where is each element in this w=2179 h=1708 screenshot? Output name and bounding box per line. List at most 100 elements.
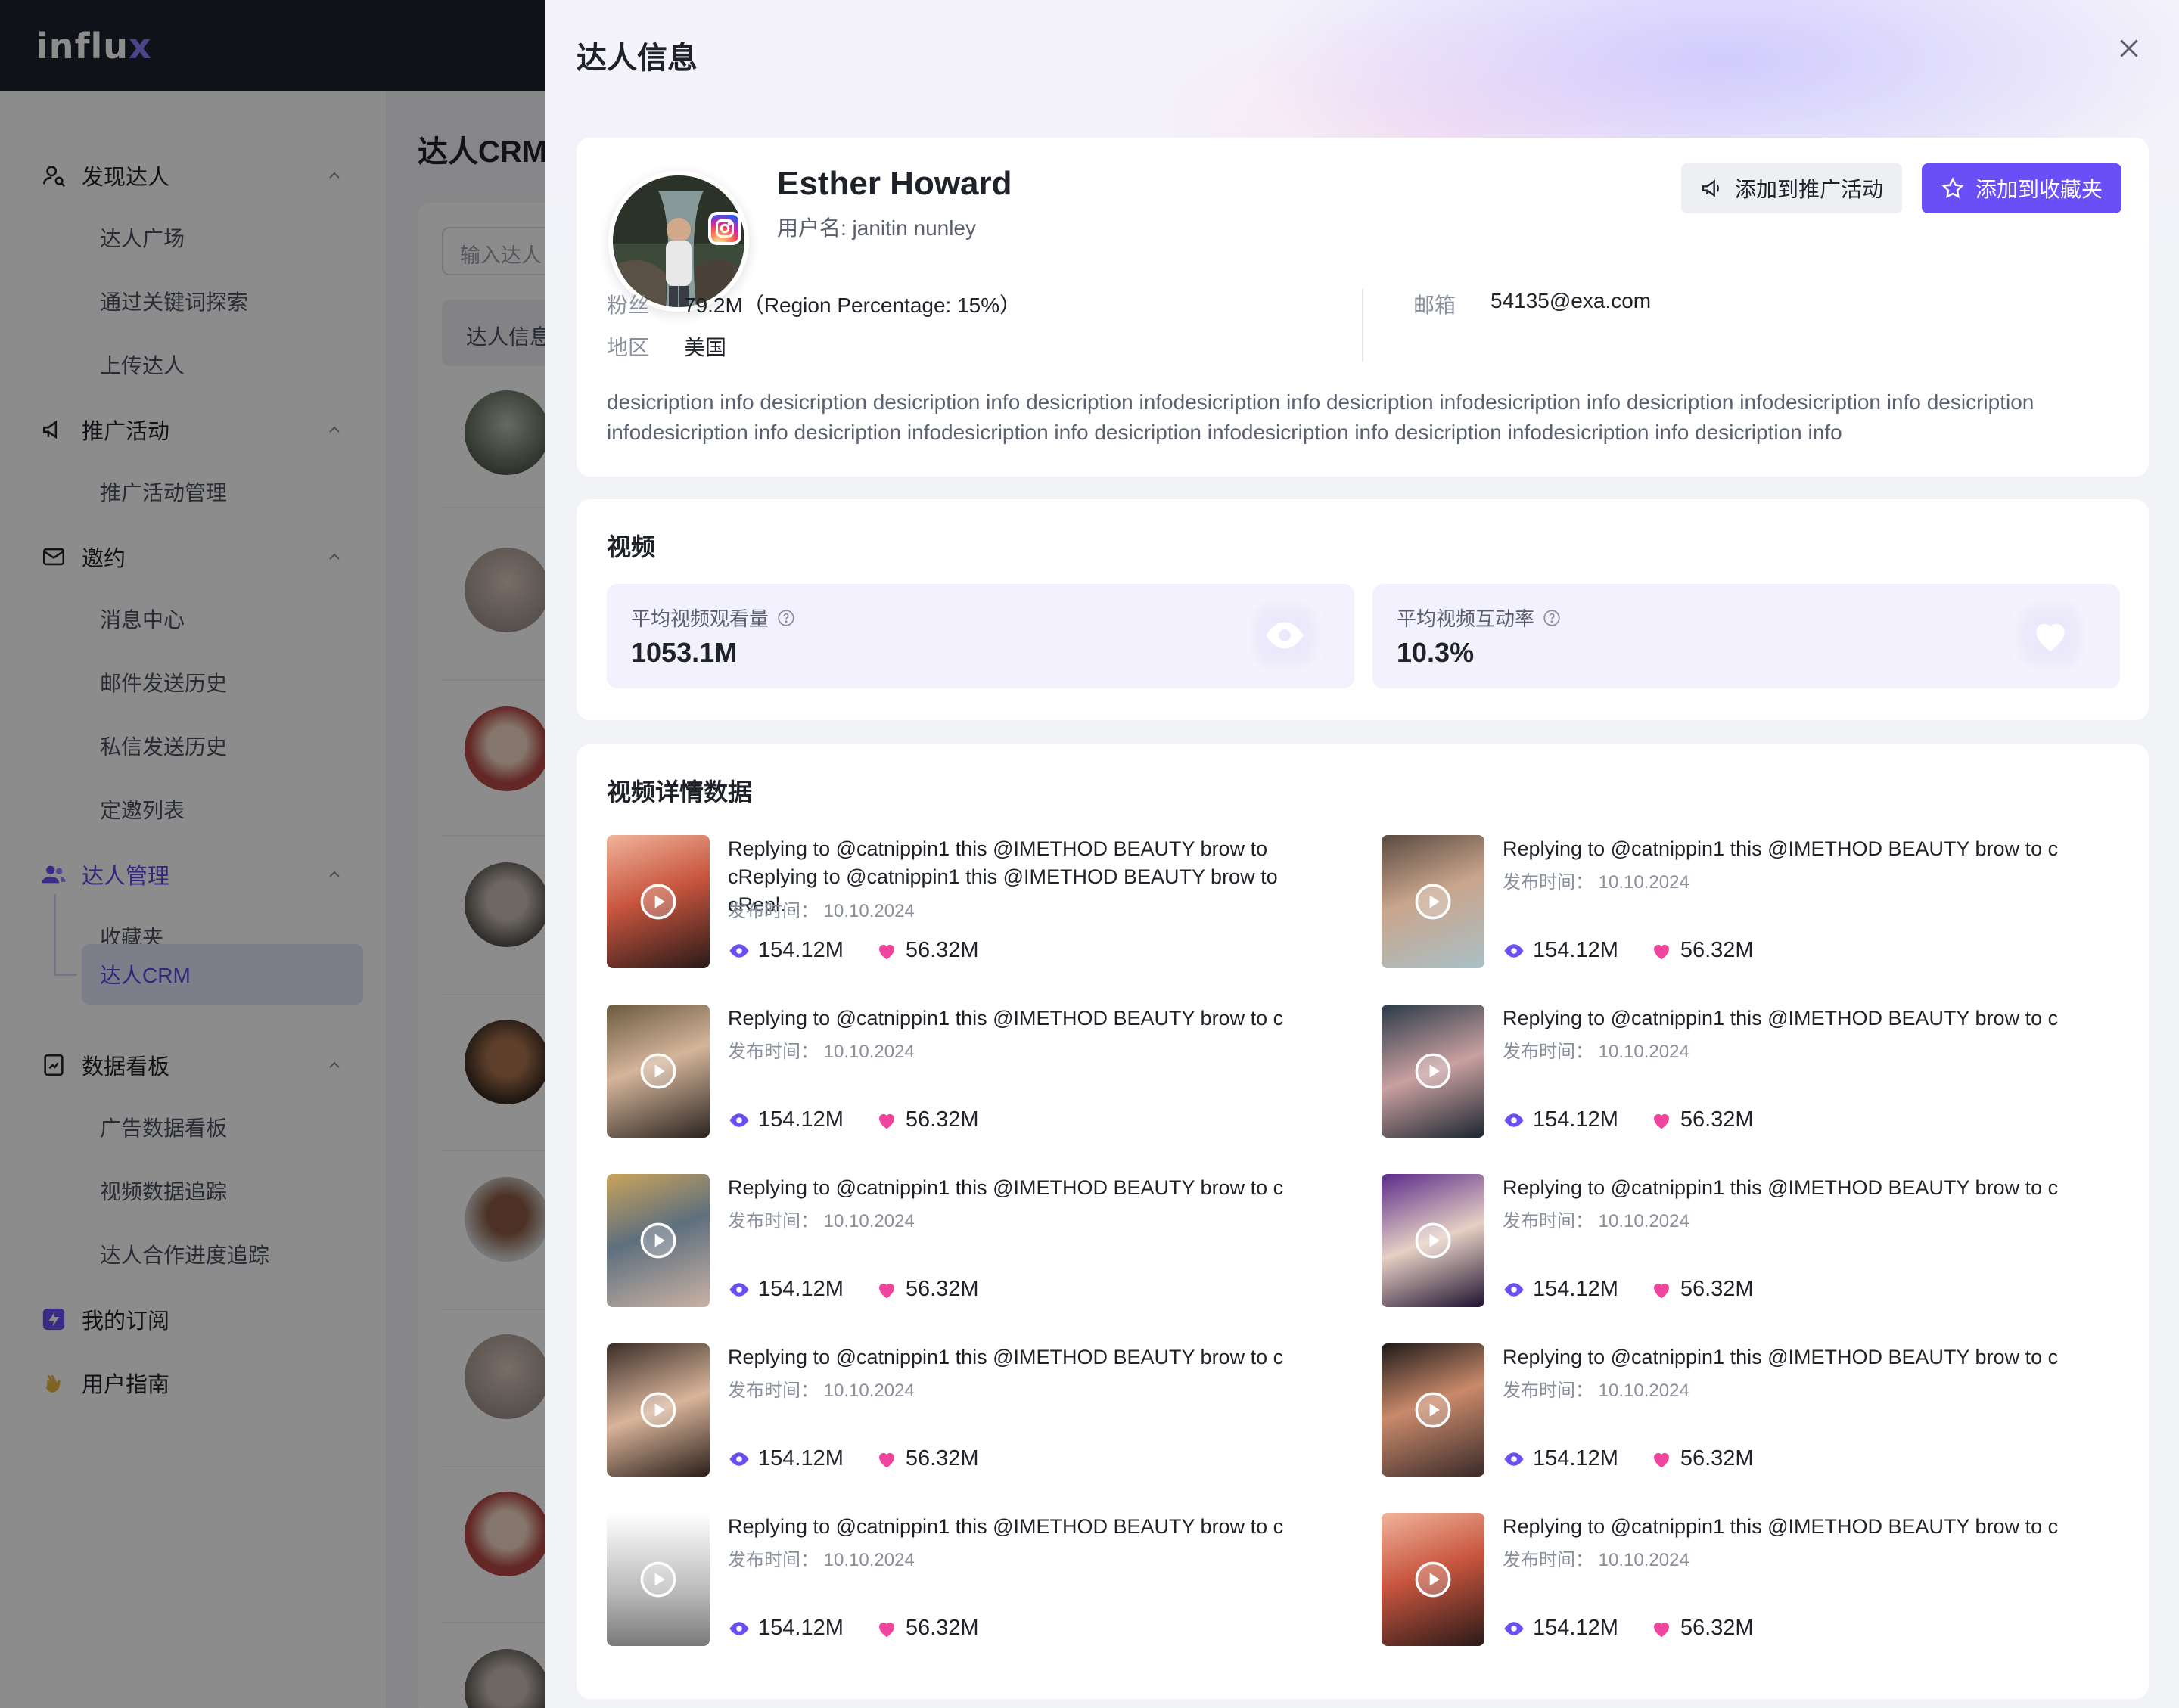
- date-value: 10.10.2024: [823, 1042, 915, 1062]
- heart-icon: [2013, 598, 2088, 673]
- star-icon: [1941, 177, 1964, 199]
- heart-icon: [1653, 1452, 1669, 1467]
- profile-card: Esther Howard 用户名: janitin nunley 添加到推广活…: [577, 138, 2149, 477]
- date-value: 10.10.2024: [823, 1380, 915, 1401]
- play-icon[interactable]: [639, 882, 678, 921]
- video-item[interactable]: Replying to @catnippin1 this @IMETHOD BE…: [1382, 1174, 2131, 1310]
- video-views: 154.12M: [758, 938, 844, 962]
- add-to-favorites-button[interactable]: 添加到收藏夹: [1922, 163, 2121, 213]
- video-likes: 56.32M: [905, 1277, 979, 1301]
- video-thumbnail[interactable]: [607, 1005, 710, 1138]
- date-value: 10.10.2024: [1598, 1042, 1689, 1062]
- heart-icon: [878, 1622, 894, 1637]
- video-item[interactable]: Replying to @catnippin1 this @IMETHOD BE…: [607, 835, 1356, 971]
- play-icon[interactable]: [639, 1560, 678, 1599]
- avg-engagement-value: 10.3%: [1397, 637, 1475, 668]
- play-icon[interactable]: [639, 1390, 678, 1430]
- video-likes: 56.32M: [905, 1107, 979, 1132]
- video-thumbnail[interactable]: [607, 1513, 710, 1646]
- video-item[interactable]: Replying to @catnippin1 this @IMETHOD BE…: [1382, 835, 2131, 971]
- play-icon[interactable]: [639, 1051, 678, 1091]
- video-date: 发布时间： 10.10.2024: [728, 896, 915, 922]
- play-icon[interactable]: [1413, 1221, 1453, 1260]
- add-to-campaign-button[interactable]: 添加到推广活动: [1681, 163, 1902, 213]
- avg-views-label: 平均视频观看量: [631, 607, 769, 630]
- section-title-video-detail: 视频详情数据: [607, 778, 753, 806]
- video-thumbnail[interactable]: [1382, 1174, 1484, 1307]
- email-value: 54135@exa.com: [1490, 289, 1652, 312]
- date-value: 10.10.2024: [1598, 1550, 1689, 1570]
- video-date: 发布时间： 10.10.2024: [728, 1036, 915, 1063]
- video-item[interactable]: Replying to @catnippin1 this @IMETHOD BE…: [607, 1005, 1356, 1141]
- heart-icon: [878, 1113, 894, 1129]
- drawer-title: 达人信息: [577, 42, 698, 75]
- video-thumbnail[interactable]: [607, 835, 710, 968]
- video-likes: 56.32M: [905, 1446, 979, 1470]
- heart-icon: [1653, 1113, 1669, 1129]
- video-item[interactable]: Replying to @catnippin1 this @IMETHOD BE…: [1382, 1513, 2131, 1649]
- video-views: 154.12M: [1533, 938, 1618, 962]
- video-title[interactable]: Replying to @catnippin1 this @IMETHOD BE…: [1503, 1513, 2123, 1541]
- date-label: 发布时间：: [1503, 1211, 1593, 1231]
- help-icon[interactable]: [776, 608, 796, 628]
- play-icon[interactable]: [1413, 882, 1453, 921]
- video-title[interactable]: Replying to @catnippin1 this @IMETHOD BE…: [728, 1005, 1348, 1033]
- video-thumbnail[interactable]: [607, 1174, 710, 1307]
- video-thumbnail[interactable]: [1382, 1005, 1484, 1138]
- eye-icon: [729, 1113, 749, 1127]
- video-stats: 154.12M 56.32M: [728, 1277, 1011, 1302]
- email-label: 邮箱: [1413, 293, 1456, 317]
- kol-name: Esther Howard: [777, 165, 1012, 202]
- video-thumbnail[interactable]: [1382, 1343, 1484, 1477]
- close-icon[interactable]: [2115, 35, 2143, 62]
- eye-icon: [729, 1621, 749, 1635]
- heart-icon: [1653, 944, 1669, 959]
- video-item[interactable]: Replying to @catnippin1 this @IMETHOD BE…: [1382, 1343, 2131, 1480]
- video-item[interactable]: Replying to @catnippin1 this @IMETHOD BE…: [1382, 1005, 2131, 1141]
- video-item[interactable]: Replying to @catnippin1 this @IMETHOD BE…: [607, 1343, 1356, 1480]
- avg-views-value: 1053.1M: [631, 637, 738, 668]
- video-likes: 56.32M: [1680, 938, 1754, 962]
- video-likes: 56.32M: [1680, 1277, 1754, 1301]
- video-title[interactable]: Replying to @catnippin1 this @IMETHOD BE…: [1503, 835, 2123, 863]
- video-title[interactable]: Replying to @catnippin1 this @IMETHOD BE…: [1503, 1343, 2123, 1371]
- eye-icon: [1247, 598, 1323, 673]
- video-title[interactable]: Replying to @catnippin1 this @IMETHOD BE…: [728, 1513, 1348, 1541]
- date-value: 10.10.2024: [823, 1550, 915, 1570]
- video-title[interactable]: Replying to @catnippin1 this @IMETHOD BE…: [1503, 1005, 2123, 1033]
- video-title[interactable]: Replying to @catnippin1 this @IMETHOD BE…: [728, 1174, 1348, 1202]
- eye-icon: [1504, 1621, 1524, 1635]
- video-date: 发布时间： 10.10.2024: [1503, 1036, 1689, 1063]
- video-likes: 56.32M: [1680, 1446, 1754, 1470]
- kol-info-drawer: 达人信息 Esther Howard 用户名: janitin nunley 添…: [545, 0, 2179, 1708]
- help-icon[interactable]: [1542, 608, 1562, 628]
- video-title[interactable]: Replying to @catnippin1 this @IMETHOD BE…: [1503, 1174, 2123, 1202]
- video-item[interactable]: Replying to @catnippin1 this @IMETHOD BE…: [607, 1174, 1356, 1310]
- meta-divider: [1362, 289, 1363, 362]
- video-date: 发布时间： 10.10.2024: [1503, 1545, 1689, 1571]
- play-icon[interactable]: [1413, 1560, 1453, 1599]
- heart-icon: [878, 1452, 894, 1467]
- date-value: 10.10.2024: [1598, 1211, 1689, 1231]
- video-thumbnail[interactable]: [607, 1343, 710, 1477]
- section-title-video: 视频: [607, 533, 656, 561]
- fans-value: 79.2M（Region Percentage: 15%）: [684, 293, 1021, 317]
- video-views: 154.12M: [758, 1277, 844, 1301]
- date-label: 发布时间：: [728, 1550, 819, 1570]
- play-icon[interactable]: [639, 1221, 678, 1260]
- video-stats: 154.12M 56.32M: [728, 1446, 1011, 1471]
- video-title[interactable]: Replying to @catnippin1 this @IMETHOD BE…: [728, 1343, 1348, 1371]
- video-views: 154.12M: [758, 1446, 844, 1470]
- video-views: 154.12M: [758, 1616, 844, 1640]
- play-icon[interactable]: [1413, 1051, 1453, 1091]
- video-thumbnail[interactable]: [1382, 835, 1484, 968]
- video-date: 发布时间： 10.10.2024: [728, 1375, 915, 1402]
- eye-icon: [729, 943, 749, 958]
- video-item[interactable]: Replying to @catnippin1 this @IMETHOD BE…: [607, 1513, 1356, 1649]
- instagram-icon: [708, 212, 741, 245]
- play-icon[interactable]: [1413, 1390, 1453, 1430]
- video-thumbnail[interactable]: [1382, 1513, 1484, 1646]
- megaphone-icon: [1702, 179, 1719, 197]
- avg-engagement-stat: 平均视频互动率 10.3%: [1372, 584, 2120, 688]
- video-likes: 56.32M: [905, 938, 979, 962]
